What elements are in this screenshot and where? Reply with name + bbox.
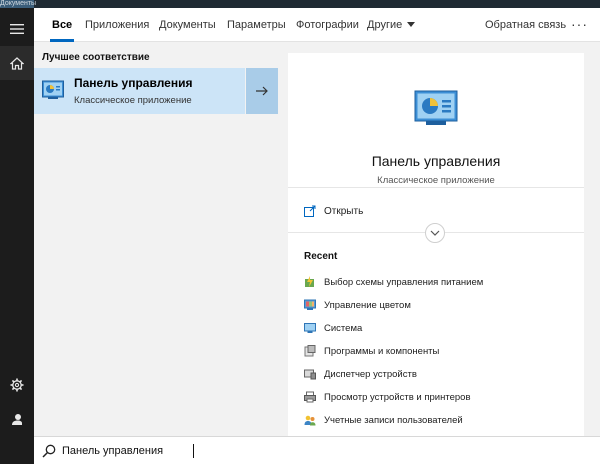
search-input[interactable] (62, 442, 462, 460)
open-label: Открыть (324, 205, 364, 217)
best-match-item[interactable]: Панель управления Классическое приложени… (34, 68, 245, 114)
search-icon (42, 444, 56, 458)
tab-more[interactable]: Другие (367, 8, 416, 42)
recent-item-label: Программы и компоненты (324, 345, 440, 357)
recent-item-color[interactable]: Управление цветом (304, 298, 411, 312)
caret-down-icon (407, 21, 416, 27)
arrow-right-icon (256, 86, 268, 96)
user-button[interactable] (0, 402, 34, 436)
expand-button[interactable] (425, 223, 445, 243)
system-icon (304, 323, 316, 333)
search-panel: Все Приложения Документы Параметры Фотог… (34, 8, 600, 436)
tab-photos[interactable]: Фотографии (296, 8, 359, 42)
printers-icon (304, 391, 316, 403)
user-accounts-icon (304, 415, 316, 426)
chevron-down-icon (430, 230, 440, 236)
control-panel-icon (42, 80, 64, 99)
menu-button[interactable] (0, 12, 34, 46)
best-match-subtitle: Классическое приложение (74, 95, 192, 106)
programs-icon (304, 345, 316, 357)
recent-item-label: Система (324, 322, 363, 334)
tab-apps[interactable]: Приложения (85, 8, 149, 42)
filter-tabs: Все Приложения Документы Параметры Фотог… (34, 8, 600, 42)
control-panel-large-icon (414, 90, 458, 125)
tab-more-label: Другие (367, 19, 403, 31)
gear-icon (10, 378, 24, 392)
home-icon (10, 56, 24, 70)
tab-documents[interactable]: Документы (159, 8, 216, 42)
recent-item-label: Диспетчер устройств (324, 368, 417, 380)
open-action[interactable]: Открыть (304, 203, 363, 219)
recent-item-label: Выбор схемы управления питанием (324, 276, 484, 288)
open-icon (304, 205, 316, 217)
recent-item-printers[interactable]: Просмотр устройств и принтеров (304, 390, 471, 404)
more-options-button[interactable]: ··· (571, 8, 588, 42)
device-manager-icon (304, 369, 316, 380)
recent-item-programs[interactable]: Программы и компоненты (304, 344, 439, 358)
user-icon (12, 414, 22, 425)
feedback-link[interactable]: Обратная связь (485, 8, 566, 42)
hamburger-icon (10, 24, 24, 34)
best-match-title: Панель управления (74, 76, 193, 90)
recent-item-users[interactable]: Учетные записи пользователей (304, 413, 463, 427)
recent-item-label: Управление цветом (324, 299, 411, 311)
recent-item-devmgr[interactable]: Диспетчер устройств (304, 367, 417, 381)
preview-title: Панель управления (371, 153, 501, 169)
best-match-heading: Лучшее соответствие (42, 52, 150, 63)
tab-settings[interactable]: Параметры (227, 8, 286, 42)
recent-item-system[interactable]: Система (304, 321, 362, 335)
search-box[interactable] (34, 436, 600, 464)
desktop-label: Документы (0, 0, 37, 7)
recent-heading: Recent (304, 251, 338, 262)
power-options-icon (305, 276, 314, 287)
open-preview-button[interactable] (246, 68, 278, 114)
color-management-icon (304, 299, 316, 310)
recent-item-power[interactable]: Выбор схемы управления питанием (304, 275, 483, 289)
preview-card: Панель управления Классическое приложени… (288, 53, 584, 436)
text-cursor (193, 444, 194, 458)
preview-subtitle: Классическое приложение (377, 175, 495, 186)
divider (288, 187, 584, 188)
start-rail (0, 8, 34, 464)
recent-item-label: Просмотр устройств и принтеров (324, 391, 471, 403)
home-button[interactable] (0, 46, 34, 80)
settings-button[interactable] (0, 368, 34, 402)
tab-all[interactable]: Все (49, 8, 75, 42)
recent-item-label: Учетные записи пользователей (324, 414, 463, 426)
results-list: Лучшее соответствие Панель управления Кл… (34, 43, 280, 436)
